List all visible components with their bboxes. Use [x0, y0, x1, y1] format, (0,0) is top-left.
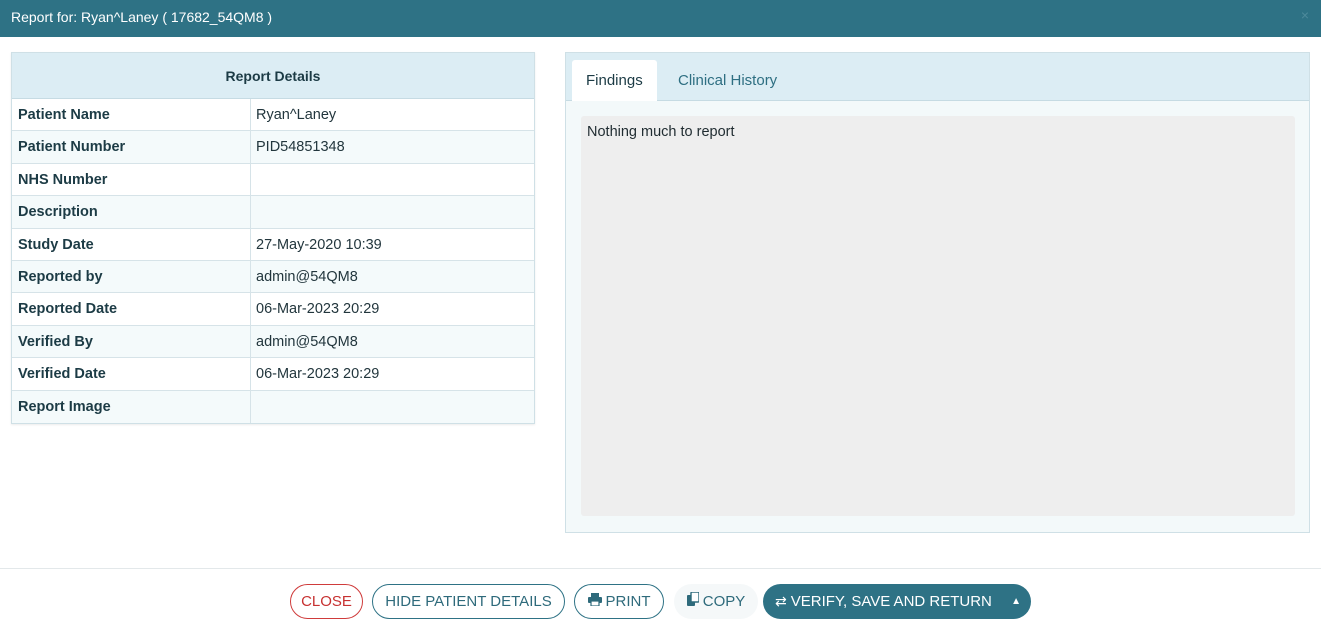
row-value — [251, 196, 534, 227]
findings-text[interactable]: Nothing much to report — [581, 116, 1295, 516]
table-row: Study Date 27-May-2020 10:39 — [12, 228, 534, 261]
swap-arrows-icon: ⇄ — [775, 593, 787, 609]
table-row: Verified By admin@54QM8 — [12, 325, 534, 359]
report-details-header: Report Details — [12, 53, 534, 99]
footer-divider — [0, 568, 1321, 569]
table-row: Patient Name Ryan^Laney — [12, 99, 534, 132]
row-label: NHS Number — [12, 163, 251, 196]
row-value — [251, 391, 534, 423]
row-value: admin@54QM8 — [256, 268, 358, 285]
row-value: 27-May-2020 10:39 — [256, 236, 382, 253]
row-label: Patient Number — [12, 131, 251, 163]
close-button[interactable]: CLOSE — [290, 584, 363, 619]
details-rows: Patient Name Ryan^Laney Patient Number PID… — [12, 99, 534, 423]
dialog-titlebar: Report for: Ryan^Laney ( 17682_54QM8 ) × — [0, 0, 1321, 37]
tab-clinical-history[interactable]: Clinical History — [664, 60, 791, 101]
table-row: Patient Number PID54851348 — [12, 131, 534, 164]
row-label: Study Date — [12, 228, 251, 260]
tab-bar: Findings Clinical History — [566, 53, 1309, 101]
print-icon — [587, 585, 602, 618]
copy-button[interactable]: COPY — [674, 584, 758, 619]
print-label: PRINT — [605, 593, 651, 610]
row-value: PID54851348 — [256, 139, 345, 156]
table-row: Description — [12, 196, 534, 229]
table-row: Report Image — [12, 390, 534, 423]
row-label: Reported by — [12, 260, 251, 293]
row-label: Patient Name — [12, 99, 251, 131]
verify-save-return-button[interactable]: ⇄ VERIFY, SAVE AND RETURN ▲ — [763, 584, 1031, 619]
close-icon[interactable]: × — [1301, 7, 1309, 23]
copy-label: COPY — [702, 593, 746, 610]
findings-panel: Findings Clinical History Nothing much t… — [565, 52, 1310, 533]
row-label: Report Image — [12, 390, 251, 423]
row-label: Reported Date — [12, 293, 251, 325]
row-value: 06-Mar-2023 20:29 — [256, 301, 380, 318]
caret-up-icon[interactable]: ▲ — [1011, 584, 1021, 619]
tab-findings[interactable]: Findings — [572, 60, 657, 101]
row-label: Verified By — [12, 325, 251, 358]
dialog-title: Report for: Ryan^Laney ( 17682_54QM8 ) — [11, 9, 273, 25]
print-button[interactable]: PRINT — [574, 584, 664, 619]
row-value: 06-Mar-2023 20:29 — [256, 366, 380, 383]
verify-label: VERIFY, SAVE AND RETURN — [790, 593, 992, 610]
table-row: NHS Number — [12, 163, 534, 197]
table-row: Reported Date 06-Mar-2023 20:29 — [12, 293, 534, 326]
row-label: Description — [12, 196, 251, 228]
table-row: Reported by admin@54QM8 — [12, 260, 534, 294]
hide-patient-details-button[interactable]: HIDE PATIENT DETAILS — [372, 584, 565, 619]
row-value: Ryan^Laney — [256, 107, 337, 123]
row-label: Verified Date — [12, 358, 251, 390]
report-details-table: Report Details Patient Name Ryan^Laney Pa… — [11, 52, 535, 424]
row-value: admin@54QM8 — [256, 333, 358, 350]
copy-icon — [686, 584, 700, 619]
row-value — [251, 164, 534, 195]
table-row: Verified Date 06-Mar-2023 20:29 — [12, 358, 534, 391]
